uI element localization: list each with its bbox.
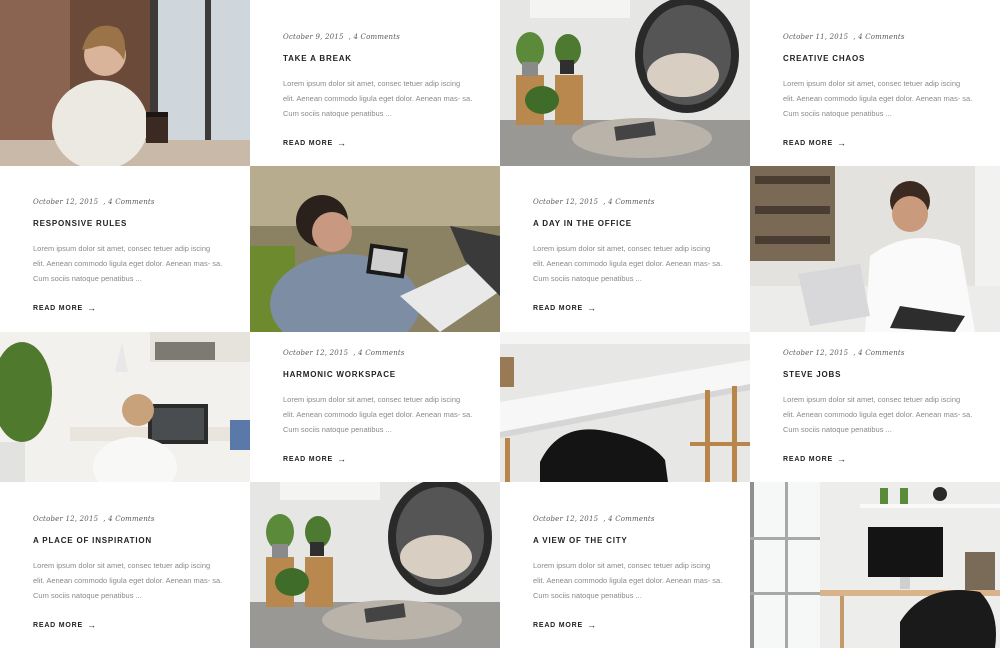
read-more-link[interactable]: READ MORE → bbox=[783, 454, 980, 464]
comments-link[interactable]: 4 Comments bbox=[108, 515, 155, 523]
post-excerpt: Lorem ipsum dolor sit amet, consec tetue… bbox=[533, 244, 723, 283]
comments-link[interactable]: 4 Comments bbox=[108, 198, 155, 206]
post-card: October 12, 2015, 4 Comments STEVE JOBS … bbox=[750, 332, 1000, 482]
arrow-right-icon: → bbox=[586, 303, 597, 313]
post-card: October 9, 2015, 4 Comments TAKE A BREAK… bbox=[250, 0, 500, 166]
grid-row: October 12, 2015, 4 Comments A PLACE OF … bbox=[0, 482, 1000, 648]
post-meta: October 12, 2015, 4 Comments bbox=[283, 349, 405, 357]
read-more-link[interactable]: READ MORE → bbox=[783, 138, 980, 148]
arrow-right-icon: → bbox=[586, 620, 597, 630]
post-title[interactable]: STEVE JOBS bbox=[783, 370, 980, 379]
comments-link[interactable]: 4 Comments bbox=[858, 33, 905, 41]
arrow-right-icon: → bbox=[836, 454, 847, 464]
post-card: October 12, 2015, 4 Comments A VIEW OF T… bbox=[500, 482, 750, 648]
arrow-right-icon: → bbox=[86, 620, 97, 630]
post-image-man-with-laptop[interactable] bbox=[250, 166, 500, 332]
comments-link[interactable]: 4 Comments bbox=[608, 198, 655, 206]
post-excerpt: Lorem ipsum dolor sit amet, consec tetue… bbox=[283, 395, 473, 434]
post-meta: October 12, 2015, 4 Comments bbox=[533, 515, 655, 523]
post-meta: October 11, 2015, 4 Comments bbox=[783, 33, 905, 41]
grid-row: October 12, 2015, 4 Comments RESPONSIVE … bbox=[0, 166, 1000, 332]
read-more-link[interactable]: READ MORE → bbox=[283, 138, 480, 148]
post-excerpt: Lorem ipsum dolor sit amet, consec tetue… bbox=[783, 79, 973, 118]
post-title[interactable]: TAKE A BREAK bbox=[283, 54, 480, 63]
post-card: October 12, 2015, 4 Comments A DAY IN TH… bbox=[500, 166, 750, 332]
post-title[interactable]: A DAY IN THE OFFICE bbox=[533, 219, 730, 228]
post-excerpt: Lorem ipsum dolor sit amet, consec tetue… bbox=[33, 244, 223, 283]
grid-row: October 9, 2015, 4 Comments TAKE A BREAK… bbox=[0, 0, 1000, 166]
comments-link[interactable]: 4 Comments bbox=[358, 349, 405, 357]
read-more-link[interactable]: READ MORE → bbox=[283, 454, 480, 464]
post-title[interactable]: A VIEW OF THE CITY bbox=[533, 536, 730, 545]
post-image-man-thinking[interactable] bbox=[750, 166, 1000, 332]
post-excerpt: Lorem ipsum dolor sit amet, consec tetue… bbox=[783, 395, 973, 434]
post-title[interactable]: RESPONSIVE RULES bbox=[33, 219, 230, 228]
post-title[interactable]: HARMONIC WORKSPACE bbox=[283, 370, 480, 379]
post-title[interactable]: A PLACE OF INSPIRATION bbox=[33, 536, 230, 545]
post-meta: October 9, 2015, 4 Comments bbox=[283, 33, 401, 41]
post-image-hanging-chair[interactable] bbox=[250, 482, 500, 648]
post-image-woman-at-desk[interactable] bbox=[0, 332, 250, 482]
arrow-right-icon: → bbox=[86, 303, 97, 313]
post-excerpt: Lorem ipsum dolor sit amet, consec tetue… bbox=[533, 561, 723, 600]
post-card: October 12, 2015, 4 Comments RESPONSIVE … bbox=[0, 166, 250, 332]
post-image-home-office[interactable] bbox=[750, 482, 1000, 648]
blog-grid: October 9, 2015, 4 Comments TAKE A BREAK… bbox=[0, 0, 1000, 648]
post-card: October 12, 2015, 4 Comments HARMONIC WO… bbox=[250, 332, 500, 482]
post-meta: October 12, 2015, 4 Comments bbox=[783, 349, 905, 357]
post-meta: October 12, 2015, 4 Comments bbox=[533, 198, 655, 206]
comments-link[interactable]: 4 Comments bbox=[858, 349, 905, 357]
read-more-link[interactable]: READ MORE → bbox=[533, 303, 730, 313]
post-image-hanging-chair[interactable] bbox=[500, 0, 750, 166]
post-card: October 12, 2015, 4 Comments A PLACE OF … bbox=[0, 482, 250, 648]
post-excerpt: Lorem ipsum dolor sit amet, consec tetue… bbox=[283, 79, 473, 118]
post-title[interactable]: CREATIVE CHAOS bbox=[783, 54, 980, 63]
arrow-right-icon: → bbox=[336, 138, 347, 148]
read-more-link[interactable]: READ MORE → bbox=[533, 620, 730, 630]
post-image-woman-at-window[interactable] bbox=[0, 0, 250, 166]
arrow-right-icon: → bbox=[336, 454, 347, 464]
comments-link[interactable]: 4 Comments bbox=[353, 33, 400, 41]
read-more-link[interactable]: READ MORE → bbox=[33, 303, 230, 313]
post-excerpt: Lorem ipsum dolor sit amet, consec tetue… bbox=[33, 561, 223, 600]
read-more-link[interactable]: READ MORE → bbox=[33, 620, 230, 630]
post-image-white-desk-chair[interactable] bbox=[500, 332, 750, 482]
arrow-right-icon: → bbox=[836, 138, 847, 148]
grid-row: October 12, 2015, 4 Comments HARMONIC WO… bbox=[0, 332, 1000, 482]
post-meta: October 12, 2015, 4 Comments bbox=[33, 515, 155, 523]
post-card: October 11, 2015, 4 Comments CREATIVE CH… bbox=[750, 0, 1000, 166]
comments-link[interactable]: 4 Comments bbox=[608, 515, 655, 523]
post-meta: October 12, 2015, 4 Comments bbox=[33, 198, 155, 206]
